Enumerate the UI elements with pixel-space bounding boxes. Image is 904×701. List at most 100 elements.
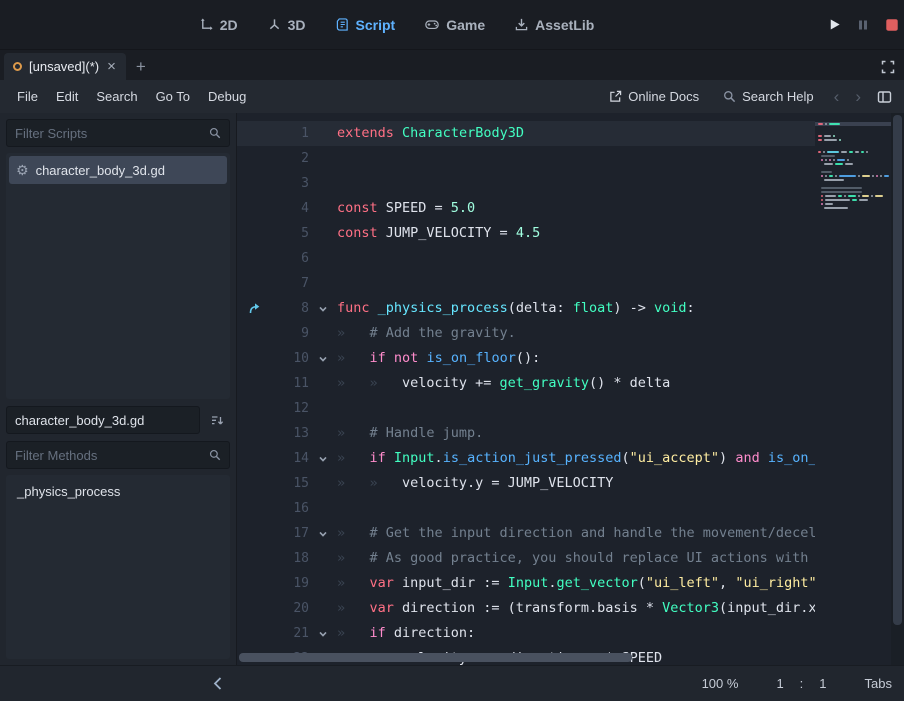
code-token: (: [638, 575, 646, 591]
breakpoint-gutter[interactable]: [237, 121, 271, 146]
code-line[interactable]: 9»# Add the gravity.: [237, 321, 815, 346]
code-token: direction := (transform.basis *: [394, 600, 662, 616]
zoom-level[interactable]: 100 %: [702, 676, 739, 691]
code-lines[interactable]: 1extends CharacterBody3D234const SPEED =…: [237, 113, 815, 665]
script-list-item[interactable]: ⚙ character_body_3d.gd: [9, 156, 227, 184]
breakpoint-gutter[interactable]: [237, 421, 271, 446]
breakpoint-gutter[interactable]: [237, 596, 271, 621]
breakpoint-gutter[interactable]: [237, 571, 271, 596]
code-line[interactable]: 16: [237, 496, 815, 521]
breakpoint-gutter[interactable]: [237, 496, 271, 521]
new-script-button[interactable]: +: [126, 57, 156, 80]
code-token: _physics_process: [378, 300, 508, 316]
code-line[interactable]: 10»if not is_on_floor():: [237, 346, 815, 371]
breakpoint-gutter[interactable]: [237, 346, 271, 371]
online-docs-button[interactable]: Online Docs: [601, 85, 707, 108]
filter-scripts-input[interactable]: [15, 126, 203, 141]
menu-debug[interactable]: Debug: [199, 84, 255, 109]
code-line[interactable]: 7: [237, 271, 815, 296]
override-method-icon[interactable]: [237, 296, 271, 321]
play-button[interactable]: [827, 17, 842, 32]
code-text: »if Input.is_action_just_pressed("ui_acc…: [337, 446, 815, 471]
minimap-segment: [835, 163, 843, 165]
history-forward-icon[interactable]: ›: [851, 88, 865, 105]
code-line[interactable]: 5const JUMP_VELOCITY = 4.5: [237, 221, 815, 246]
minimap-segment: [821, 187, 862, 189]
breakpoint-gutter[interactable]: [237, 271, 271, 296]
code-line[interactable]: 19»var input_dir := Input.get_vector("ui…: [237, 571, 815, 596]
breakpoint-gutter[interactable]: [237, 196, 271, 221]
collapse-panel-chevron-icon[interactable]: [212, 676, 223, 691]
code-line[interactable]: 3: [237, 171, 815, 196]
breakpoint-gutter[interactable]: [237, 171, 271, 196]
horizontal-scrollbar-grabber[interactable]: [239, 653, 632, 662]
breakpoint-gutter[interactable]: [237, 321, 271, 346]
code-line[interactable]: 14»if Input.is_action_just_pressed("ui_a…: [237, 446, 815, 471]
fold-chevron-icon[interactable]: [309, 296, 337, 321]
tab-assetlib[interactable]: AssetLib: [515, 17, 594, 33]
code-line[interactable]: 11»»velocity += get_gravity() * delta: [237, 371, 815, 396]
menu-search[interactable]: Search: [87, 84, 146, 109]
breakpoint-gutter[interactable]: [237, 521, 271, 546]
code-text: »»velocity += get_gravity() * delta: [337, 371, 815, 396]
stop-button[interactable]: [884, 17, 900, 33]
fold-chevron-icon[interactable]: [309, 346, 337, 371]
code-line[interactable]: 20»var direction := (transform.basis * V…: [237, 596, 815, 621]
vertical-scrollbar-grabber[interactable]: [893, 115, 902, 625]
minimap-segment: [824, 135, 831, 137]
code-line[interactable]: 15»»velocity.y = JUMP_VELOCITY: [237, 471, 815, 496]
line-number: 5: [271, 221, 309, 246]
code-token: const: [337, 200, 378, 216]
history-back-icon[interactable]: ‹: [830, 88, 844, 105]
distraction-free-icon[interactable]: [881, 60, 895, 74]
method-list-item[interactable]: _physics_process: [9, 478, 227, 504]
search-help-button[interactable]: Search Help: [715, 85, 822, 108]
breakpoint-gutter[interactable]: [237, 546, 271, 571]
code-line[interactable]: 2: [237, 146, 815, 171]
code-line[interactable]: 6: [237, 246, 815, 271]
breakpoint-gutter[interactable]: [237, 371, 271, 396]
fold-chevron-icon[interactable]: [309, 521, 337, 546]
code-line[interactable]: 4const SPEED = 5.0: [237, 196, 815, 221]
breakpoint-gutter[interactable]: [237, 221, 271, 246]
script-file-tab[interactable]: [unsaved](*) ×: [4, 53, 126, 80]
code-line[interactable]: 8func _physics_process(delta: float) -> …: [237, 296, 815, 321]
breakpoint-gutter[interactable]: [237, 446, 271, 471]
pause-button[interactable]: [856, 18, 870, 32]
filter-methods-input[interactable]: [15, 448, 203, 463]
horizontal-scrollbar[interactable]: [239, 653, 809, 662]
code-line[interactable]: 13»# Handle jump.: [237, 421, 815, 446]
tab-game[interactable]: Game: [425, 17, 485, 33]
code-token: [370, 300, 378, 316]
fold-chevron-icon[interactable]: [309, 446, 337, 471]
code-text: »»velocity.y = JUMP_VELOCITY: [337, 471, 815, 496]
code-line[interactable]: 17»# Get the input direction and handle …: [237, 521, 815, 546]
breakpoint-gutter[interactable]: [237, 246, 271, 271]
method-sort-icon[interactable]: [204, 407, 230, 433]
tab-2d[interactable]: 2D: [200, 17, 238, 33]
breakpoint-gutter[interactable]: [237, 471, 271, 496]
breakpoint-gutter[interactable]: [237, 621, 271, 646]
menu-edit[interactable]: Edit: [47, 84, 87, 109]
code-line[interactable]: 1extends CharacterBody3D: [237, 121, 815, 146]
minimap-segment: [829, 123, 840, 125]
vertical-scrollbar[interactable]: [891, 113, 904, 665]
code-line[interactable]: 21»if direction:: [237, 621, 815, 646]
breakpoint-gutter[interactable]: [237, 146, 271, 171]
fold-chevron-icon[interactable]: [309, 621, 337, 646]
code-line[interactable]: 12: [237, 396, 815, 421]
current-file-field[interactable]: [6, 406, 200, 434]
menu-file[interactable]: File: [8, 84, 47, 109]
menu-goto[interactable]: Go To: [147, 84, 199, 109]
code-token: ): [719, 450, 735, 466]
breakpoint-gutter[interactable]: [237, 396, 271, 421]
scripts-panel-toggle-icon[interactable]: [873, 90, 896, 104]
minimap-segment: [825, 199, 850, 201]
close-icon[interactable]: ×: [106, 59, 117, 74]
indent-type[interactable]: Tabs: [865, 676, 892, 691]
code-line[interactable]: 18»# As good practice, you should replac…: [237, 546, 815, 571]
tab-3d[interactable]: 3D: [268, 17, 306, 33]
code-token: get_gravity: [500, 375, 589, 391]
tab-script[interactable]: Script: [336, 17, 396, 33]
minimap[interactable]: [815, 113, 891, 665]
